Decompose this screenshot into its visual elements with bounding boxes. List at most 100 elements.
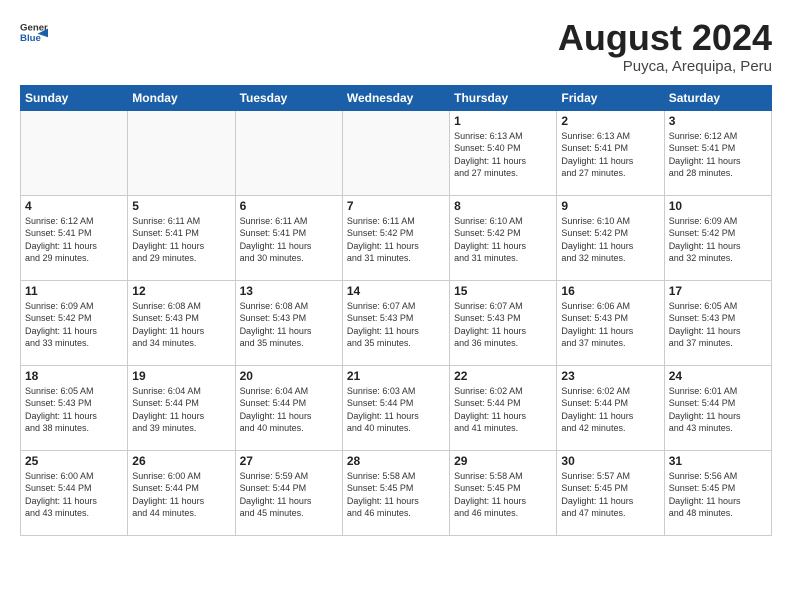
table-row: 30 Sunrise: 5:57 AM Sunset: 5:45 PM Dayli… [557,450,664,535]
subtitle: Puyca, Arequipa, Peru [558,58,772,75]
day-number: 21 [347,369,445,383]
day-info: Sunrise: 6:12 AM Sunset: 5:41 PM Dayligh… [25,215,123,265]
day-info: Sunrise: 6:08 AM Sunset: 5:43 PM Dayligh… [240,300,338,350]
day-number: 28 [347,454,445,468]
day-info: Sunrise: 6:04 AM Sunset: 5:44 PM Dayligh… [240,385,338,435]
table-row: 15Sunrise: 6:07 AM Sunset: 5:43 PM Dayli… [450,280,557,365]
day-info: Sunrise: 6:00 AM Sunset: 5:44 PM Dayligh… [25,470,123,520]
table-row: 9Sunrise: 6:10 AM Sunset: 5:42 PM Daylig… [557,195,664,280]
day-info: Sunrise: 6:02 AM Sunset: 5:44 PM Dayligh… [454,385,552,435]
table-row [21,110,128,195]
col-tuesday: Tuesday [235,85,342,110]
table-row: 24Sunrise: 6:01 AM Sunset: 5:44 PM Dayli… [664,365,771,450]
table-row: 26 Sunrise: 6:00 AM Sunset: 5:44 PM Dayli… [128,450,235,535]
day-info: Sunrise: 6:05 AM Sunset: 5:43 PM Dayligh… [25,385,123,435]
day-number: 6 [240,199,338,213]
day-info: Sunrise: 5:57 AM Sunset: 5:45 PM Dayligh… [561,470,659,520]
day-number: 4 [25,199,123,213]
day-info: Sunrise: 6:06 AM Sunset: 5:43 PM Dayligh… [561,300,659,350]
table-row: 12 Sunrise: 6:08 AM Sunset: 5:43 PM Dayli… [128,280,235,365]
day-info: Sunrise: 6:11 AM Sunset: 5:42 PM Dayligh… [347,215,445,265]
week-row-3: 11Sunrise: 6:09 AM Sunset: 5:42 PM Dayli… [21,280,772,365]
day-number: 27 [240,454,338,468]
day-info: Sunrise: 6:13 AM Sunset: 5:41 PM Dayligh… [561,130,659,180]
col-sunday: Sunday [21,85,128,110]
table-row: 4 Sunrise: 6:12 AM Sunset: 5:41 PM Daylig… [21,195,128,280]
logo-icon: General Blue [20,18,48,46]
week-row-5: 25 Sunrise: 6:00 AM Sunset: 5:44 PM Dayli… [21,450,772,535]
day-number: 22 [454,369,552,383]
day-number: 26 [132,454,230,468]
day-number: 18 [25,369,123,383]
header: General Blue August 2024 Puyca, Arequipa… [20,18,772,75]
table-row: 3Sunrise: 6:12 AM Sunset: 5:41 PM Daylig… [664,110,771,195]
day-number: 19 [132,369,230,383]
day-info: Sunrise: 6:07 AM Sunset: 5:43 PM Dayligh… [454,300,552,350]
day-number: 1 [454,114,552,128]
table-row: 11Sunrise: 6:09 AM Sunset: 5:42 PM Dayli… [21,280,128,365]
table-row: 5 Sunrise: 6:11 AM Sunset: 5:41 PM Daylig… [128,195,235,280]
day-number: 11 [25,284,123,298]
table-row: 14Sunrise: 6:07 AM Sunset: 5:43 PM Dayli… [342,280,449,365]
day-info: Sunrise: 6:03 AM Sunset: 5:44 PM Dayligh… [347,385,445,435]
day-info: Sunrise: 6:11 AM Sunset: 5:41 PM Dayligh… [132,215,230,265]
table-row: 25 Sunrise: 6:00 AM Sunset: 5:44 PM Dayli… [21,450,128,535]
day-number: 25 [25,454,123,468]
day-number: 10 [669,199,767,213]
day-info: Sunrise: 6:04 AM Sunset: 5:44 PM Dayligh… [132,385,230,435]
week-row-1: 1 Sunrise: 6:13 AM Sunset: 5:40 PM Daylig… [21,110,772,195]
table-row [128,110,235,195]
table-row: 17 Sunrise: 6:05 AM Sunset: 5:43 PM Dayli… [664,280,771,365]
table-row: 22 Sunrise: 6:02 AM Sunset: 5:44 PM Dayli… [450,365,557,450]
weekday-header-row: Sunday Monday Tuesday Wednesday Thursday… [21,85,772,110]
day-info: Sunrise: 6:13 AM Sunset: 5:40 PM Dayligh… [454,130,552,180]
table-row: 6 Sunrise: 6:11 AM Sunset: 5:41 PM Daylig… [235,195,342,280]
day-info: Sunrise: 6:00 AM Sunset: 5:44 PM Dayligh… [132,470,230,520]
day-info: Sunrise: 6:11 AM Sunset: 5:41 PM Dayligh… [240,215,338,265]
day-info: Sunrise: 6:07 AM Sunset: 5:43 PM Dayligh… [347,300,445,350]
day-info: Sunrise: 6:05 AM Sunset: 5:43 PM Dayligh… [669,300,767,350]
day-info: Sunrise: 5:59 AM Sunset: 5:44 PM Dayligh… [240,470,338,520]
table-row: 8 Sunrise: 6:10 AM Sunset: 5:42 PM Daylig… [450,195,557,280]
day-info: Sunrise: 6:02 AM Sunset: 5:44 PM Dayligh… [561,385,659,435]
day-number: 17 [669,284,767,298]
day-number: 24 [669,369,767,383]
table-row: 13 Sunrise: 6:08 AM Sunset: 5:43 PM Dayli… [235,280,342,365]
day-number: 29 [454,454,552,468]
table-row [235,110,342,195]
col-monday: Monday [128,85,235,110]
day-number: 13 [240,284,338,298]
day-info: Sunrise: 6:12 AM Sunset: 5:41 PM Dayligh… [669,130,767,180]
table-row: 7Sunrise: 6:11 AM Sunset: 5:42 PM Daylig… [342,195,449,280]
day-info: Sunrise: 5:58 AM Sunset: 5:45 PM Dayligh… [347,470,445,520]
day-number: 23 [561,369,659,383]
col-saturday: Saturday [664,85,771,110]
title-block: August 2024 Puyca, Arequipa, Peru [558,18,772,75]
day-number: 8 [454,199,552,213]
table-row: 16Sunrise: 6:06 AM Sunset: 5:43 PM Dayli… [557,280,664,365]
day-number: 5 [132,199,230,213]
table-row: 31Sunrise: 5:56 AM Sunset: 5:45 PM Dayli… [664,450,771,535]
day-info: Sunrise: 6:10 AM Sunset: 5:42 PM Dayligh… [561,215,659,265]
day-number: 20 [240,369,338,383]
table-row: 28 Sunrise: 5:58 AM Sunset: 5:45 PM Dayli… [342,450,449,535]
main-title: August 2024 [558,18,772,58]
day-info: Sunrise: 6:10 AM Sunset: 5:42 PM Dayligh… [454,215,552,265]
table-row: 18 Sunrise: 6:05 AM Sunset: 5:43 PM Dayli… [21,365,128,450]
week-row-2: 4 Sunrise: 6:12 AM Sunset: 5:41 PM Daylig… [21,195,772,280]
table-row: 19 Sunrise: 6:04 AM Sunset: 5:44 PM Dayli… [128,365,235,450]
table-row: 27 Sunrise: 5:59 AM Sunset: 5:44 PM Dayli… [235,450,342,535]
table-row: 29 Sunrise: 5:58 AM Sunset: 5:45 PM Dayli… [450,450,557,535]
table-row: 20 Sunrise: 6:04 AM Sunset: 5:44 PM Dayli… [235,365,342,450]
day-info: Sunrise: 5:58 AM Sunset: 5:45 PM Dayligh… [454,470,552,520]
table-row: 23 Sunrise: 6:02 AM Sunset: 5:44 PM Dayli… [557,365,664,450]
calendar: Sunday Monday Tuesday Wednesday Thursday… [20,85,772,536]
week-row-4: 18 Sunrise: 6:05 AM Sunset: 5:43 PM Dayli… [21,365,772,450]
table-row: 10Sunrise: 6:09 AM Sunset: 5:42 PM Dayli… [664,195,771,280]
day-number: 30 [561,454,659,468]
logo: General Blue [20,18,48,46]
day-info: Sunrise: 6:08 AM Sunset: 5:43 PM Dayligh… [132,300,230,350]
day-number: 2 [561,114,659,128]
table-row: 2 Sunrise: 6:13 AM Sunset: 5:41 PM Daylig… [557,110,664,195]
day-number: 12 [132,284,230,298]
